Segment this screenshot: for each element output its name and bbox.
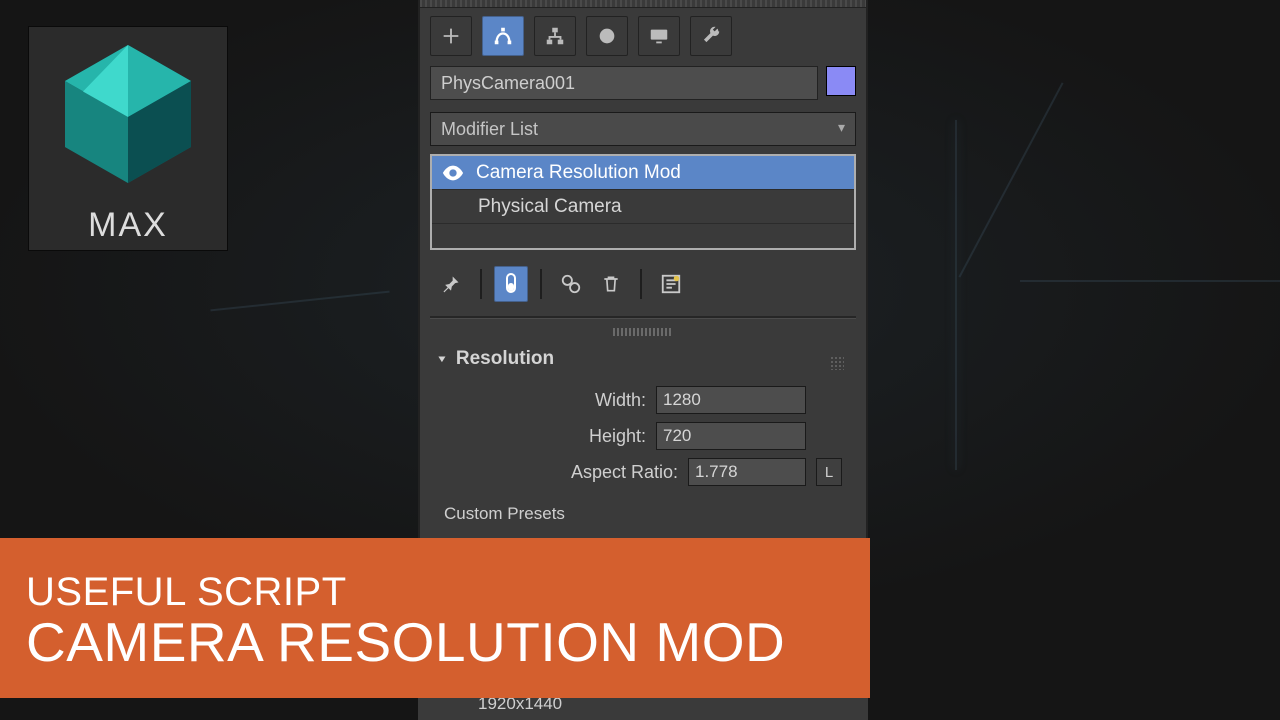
rollout-drag-grip[interactable] [613, 328, 673, 336]
object-name-field[interactable] [430, 66, 818, 100]
link-icon [560, 273, 582, 295]
make-unique-button[interactable] [554, 266, 588, 302]
title-banner: USEFUL SCRIPT CAMERA RESOLUTION MOD [0, 538, 870, 698]
testtube-icon [503, 273, 519, 295]
trash-icon [601, 273, 621, 295]
configure-sets-button[interactable] [654, 266, 688, 302]
modifier-stack-item-label: Camera Resolution Mod [476, 162, 681, 184]
object-color-swatch[interactable] [826, 66, 856, 96]
command-panel-tabs [420, 8, 866, 66]
motion-icon [596, 25, 618, 47]
3ds-max-icon [53, 39, 203, 189]
hierarchy-tab[interactable] [534, 16, 576, 56]
chevron-down-icon: ▼ [436, 353, 448, 364]
motion-tab[interactable] [586, 16, 628, 56]
app-logo: MAX [28, 26, 228, 251]
aspect-lock-button[interactable]: L [816, 458, 842, 486]
width-spinner[interactable]: ▲▼ [656, 386, 806, 414]
pin-icon [441, 274, 461, 294]
custom-presets-label: Custom Presets [430, 490, 856, 524]
hierarchy-icon [544, 25, 566, 47]
pin-stack-button[interactable] [434, 266, 468, 302]
aspect-spinner[interactable]: ▲▼ [688, 458, 806, 486]
banner-line1: USEFUL SCRIPT [26, 570, 844, 615]
visibility-toggle-icon[interactable] [440, 165, 466, 181]
app-logo-art [29, 27, 227, 200]
show-end-result-button[interactable] [494, 266, 528, 302]
rollout-grip-icon[interactable] [830, 356, 844, 370]
plus-icon [440, 25, 462, 47]
modifier-list-dropdown[interactable]: Modifier List [430, 112, 856, 146]
modify-icon [492, 25, 514, 47]
modifier-stack-item-selected[interactable]: Camera Resolution Mod [432, 156, 854, 190]
create-tab[interactable] [430, 16, 472, 56]
aspect-label: Aspect Ratio: [571, 462, 678, 483]
modifier-stack: Camera Resolution Mod Physical Camera [430, 154, 856, 250]
panel-drag-handle[interactable] [420, 0, 866, 8]
modify-tab[interactable] [482, 16, 524, 56]
rollout-header[interactable]: ▼ Resolution [430, 342, 856, 382]
height-input[interactable] [657, 423, 868, 449]
banner-line2: CAMERA RESOLUTION MOD [26, 615, 844, 670]
configure-icon [660, 273, 682, 295]
width-label: Width: [595, 390, 646, 411]
width-input[interactable] [657, 387, 868, 413]
height-label: Height: [589, 426, 646, 447]
display-icon [648, 25, 670, 47]
display-tab[interactable] [638, 16, 680, 56]
rollout-title: Resolution [456, 348, 554, 370]
wrench-icon [700, 25, 722, 47]
app-logo-label: MAX [29, 200, 227, 250]
resolution-rollout: ▼ Resolution Width: ▲▼ Height: ▲▼ Aspect… [430, 342, 856, 524]
utilities-tab[interactable] [690, 16, 732, 56]
height-spinner[interactable]: ▲▼ [656, 422, 806, 450]
modifier-stack-item-label: Physical Camera [478, 196, 622, 218]
modifier-stack-item[interactable]: Physical Camera [432, 190, 854, 224]
modifier-stack-tools [420, 260, 866, 316]
remove-modifier-button[interactable] [594, 266, 628, 302]
